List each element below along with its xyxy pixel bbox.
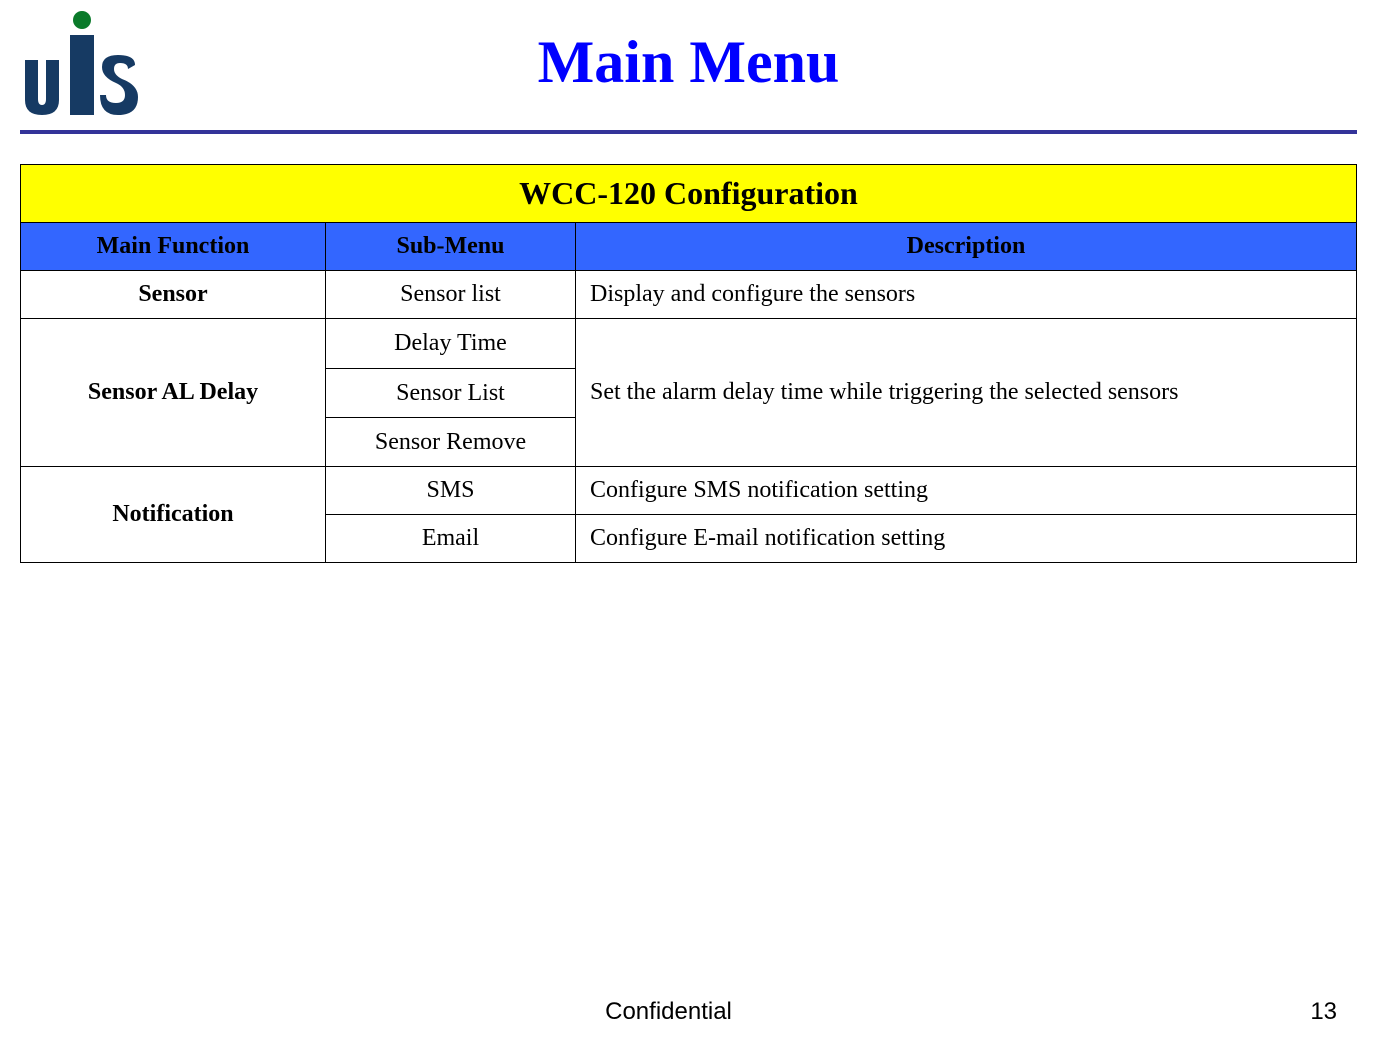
description-cell: Display and configure the sensors (576, 271, 1357, 319)
header-divider (20, 130, 1357, 134)
slide-footer: Confidential 13 (0, 998, 1377, 1026)
table-title-row: WCC-120 Configuration (21, 165, 1357, 223)
header-sub-menu: Sub-Menu (326, 223, 576, 271)
main-function-cell: Notification (21, 467, 326, 563)
sub-menu-cell: Sensor list (326, 271, 576, 319)
sub-menu-cell: Sensor List (326, 368, 575, 417)
table-header-row: Main Function Sub-Menu Description (21, 223, 1357, 271)
header-main-function: Main Function (21, 223, 326, 271)
main-function-cell: Sensor (21, 271, 326, 319)
sub-menu-group: Delay Time Sensor List Sensor Remove (326, 319, 576, 467)
sub-menu-cell: Delay Time (326, 319, 575, 368)
table-row: Notification SMS Configure SMS notificat… (21, 467, 1357, 515)
footer-confidential: Confidential (446, 998, 892, 1026)
table-title: WCC-120 Configuration (21, 165, 1357, 223)
page-title: Main Menu (140, 28, 1237, 97)
description-cell: Configure SMS notification setting (576, 467, 1357, 515)
logo (20, 5, 140, 120)
uis-logo-icon (20, 5, 140, 120)
config-table: WCC-120 Configuration Main Function Sub-… (20, 164, 1357, 563)
footer-page-number: 13 (891, 998, 1377, 1026)
header-description: Description (576, 223, 1357, 271)
sub-menu-cell: Sensor Remove (326, 417, 575, 466)
sub-menu-cell: SMS (326, 467, 576, 515)
description-cell: Configure E-mail notification setting (576, 515, 1357, 563)
description-cell: Set the alarm delay time while triggerin… (576, 319, 1357, 467)
slide-header: Main Menu (20, 5, 1357, 130)
sub-menu-cell: Email (326, 515, 576, 563)
table-row: Sensor Sensor list Display and configure… (21, 271, 1357, 319)
table-row: Sensor AL Delay Delay Time Sensor List S… (21, 319, 1357, 467)
main-function-cell: Sensor AL Delay (21, 319, 326, 467)
